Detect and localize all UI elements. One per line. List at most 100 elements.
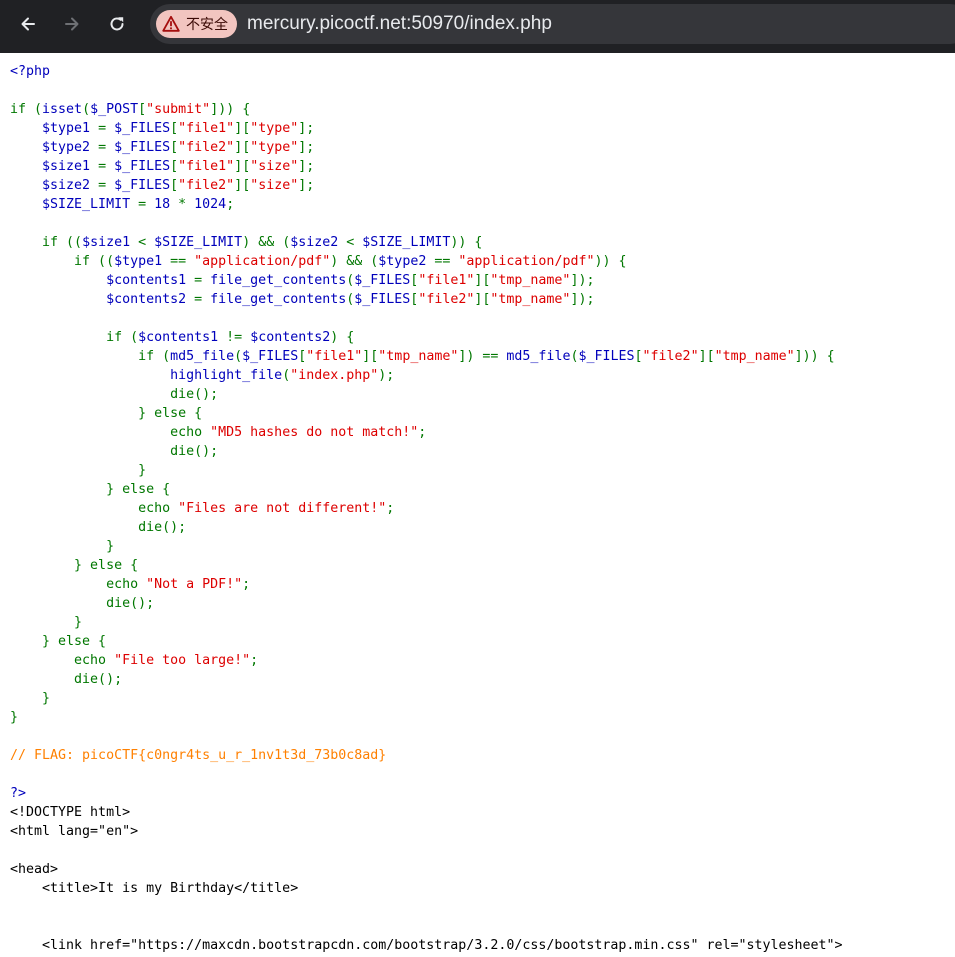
- code-token-default: highlight_file: [10, 368, 283, 383]
- code-token-keyword: ])) {: [794, 349, 835, 364]
- code-token-keyword: ) && (: [330, 254, 379, 269]
- code-line: $SIZE_LIMIT = 18 * 1024;: [10, 197, 234, 212]
- code-line: if ($contents1 != $contents2) {: [10, 330, 354, 345]
- code-token-string: "tmp_name": [714, 349, 795, 364]
- code-token-keyword: die();: [10, 596, 155, 611]
- arrow-left-icon: [21, 17, 35, 31]
- code-line: <html lang="en">: [10, 824, 138, 839]
- code-token-default: $_FILES: [242, 349, 299, 364]
- code-token-html: <head>: [10, 862, 59, 877]
- code-token-default: $_FILES: [354, 292, 411, 307]
- code-line: echo "Files are not different!";: [10, 501, 394, 516]
- code-line: die();: [10, 444, 218, 459]
- code-line: <!DOCTYPE html>: [10, 805, 130, 820]
- code-token-keyword: ][: [474, 273, 491, 288]
- code-token-keyword: <: [346, 235, 363, 250]
- code-token-keyword: ;: [226, 197, 235, 212]
- code-token-default: $contents2: [250, 330, 331, 345]
- forward-button[interactable]: [56, 8, 88, 40]
- code-token-default: isset: [42, 102, 83, 117]
- code-line: $size1 = $_FILES["file1"]["size"];: [10, 159, 314, 174]
- code-token-default: file_get_contents: [210, 273, 347, 288]
- code-token-keyword: [: [170, 159, 179, 174]
- code-token-keyword: echo: [10, 577, 147, 592]
- code-token-string: "application/pdf": [194, 254, 331, 269]
- back-button[interactable]: [12, 8, 44, 40]
- code-line: $contents2 = file_get_contents($_FILES["…: [10, 292, 594, 307]
- code-line: die();: [10, 520, 186, 535]
- code-token-default: $_POST: [90, 102, 139, 117]
- code-line: die();: [10, 596, 154, 611]
- code-token-keyword: <: [138, 235, 155, 250]
- code-line: <?php: [10, 64, 50, 79]
- code-line: if (($type1 == "application/pdf") && ($t…: [10, 254, 626, 269]
- code-token-string: "submit": [146, 102, 211, 117]
- code-token-keyword: die();: [10, 672, 123, 687]
- code-token-default: $_FILES: [578, 349, 635, 364]
- code-token-keyword: ][: [698, 349, 715, 364]
- code-token-default: $_FILES: [114, 159, 171, 174]
- code-token-default: <?php: [10, 64, 51, 79]
- code-line: } else {: [10, 558, 138, 573]
- code-line: die();: [10, 387, 218, 402]
- code-token-keyword: =: [98, 140, 115, 155]
- code-token-keyword: );: [378, 368, 395, 383]
- code-token-keyword: if ((: [10, 254, 115, 269]
- security-indicator[interactable]: 不安全: [156, 10, 237, 38]
- browser-toolbar: 不安全 mercury.picoctf.net:50970/index.php: [0, 0, 955, 53]
- code-line: }: [10, 539, 114, 554]
- code-token-keyword: }: [10, 539, 115, 554]
- code-token-string: "file1": [418, 273, 475, 288]
- reload-icon: [110, 17, 124, 31]
- code-token-keyword: (: [82, 102, 91, 117]
- code-token-string: "file2": [178, 178, 235, 193]
- code-line: <title>It is my Birthday</title>: [10, 881, 298, 896]
- code-token-keyword: ;: [386, 501, 395, 516]
- code-token-default: $size2: [290, 235, 347, 250]
- code-line: }: [10, 463, 146, 478]
- code-token-string: "file2": [178, 140, 235, 155]
- reload-button[interactable]: [101, 8, 133, 40]
- code-token-keyword: =: [194, 273, 211, 288]
- code-token-keyword: ];: [298, 121, 315, 136]
- code-token-keyword: }: [10, 710, 19, 725]
- code-token-keyword: }: [10, 691, 51, 706]
- code-token-keyword: } else {: [10, 634, 107, 649]
- code-token-default: $SIZE_LIMIT: [10, 197, 139, 212]
- code-token-comment: // FLAG: picoCTF{c0ngr4ts_u_r_1nv1t3d_73…: [10, 748, 387, 763]
- code-token-keyword: }: [10, 463, 147, 478]
- code-token-keyword: [: [170, 178, 179, 193]
- code-token-keyword: } else {: [10, 558, 139, 573]
- arrow-right-icon: [65, 17, 79, 31]
- code-token-html: <html lang="en">: [10, 824, 139, 839]
- code-token-keyword: =: [194, 292, 211, 307]
- address-bar[interactable]: 不安全 mercury.picoctf.net:50970/index.php: [150, 4, 955, 44]
- code-token-string: "file1": [306, 349, 363, 364]
- code-line: $contents1 = file_get_contents($_FILES["…: [10, 273, 594, 288]
- code-line: echo "Not a PDF!";: [10, 577, 250, 592]
- code-token-html: <title>It is my Birthday</title>: [10, 881, 299, 896]
- code-token-keyword: } else {: [10, 482, 171, 497]
- code-line: }: [10, 691, 50, 706]
- code-token-default: $type2: [378, 254, 435, 269]
- code-token-keyword: if ((: [10, 235, 83, 250]
- code-line: } else {: [10, 482, 170, 497]
- code-token-default: 1024: [194, 197, 227, 212]
- code-token-default: $contents1: [10, 273, 195, 288]
- url-text[interactable]: mercury.picoctf.net:50970/index.php: [247, 13, 552, 35]
- code-token-keyword: =: [98, 159, 115, 174]
- code-line: echo "File too large!";: [10, 653, 258, 668]
- code-token-html: <link href="https://maxcdn.bootstrapcdn.…: [10, 938, 843, 953]
- code-token-keyword: ])) {: [210, 102, 251, 117]
- code-token-keyword: [: [170, 121, 179, 136]
- code-token-keyword: !=: [226, 330, 251, 345]
- code-token-keyword: ][: [234, 159, 251, 174]
- code-token-keyword: ==: [434, 254, 459, 269]
- code-token-keyword: (: [234, 349, 243, 364]
- code-line: echo "MD5 hashes do not match!";: [10, 425, 426, 440]
- code-token-string: "MD5 hashes do not match!": [210, 425, 419, 440]
- code-token-keyword: [: [138, 102, 147, 117]
- code-line: if (md5_file($_FILES["file1"]["tmp_name"…: [10, 349, 835, 364]
- code-token-default: $size1: [10, 159, 99, 174]
- code-token-default: md5_file: [506, 349, 571, 364]
